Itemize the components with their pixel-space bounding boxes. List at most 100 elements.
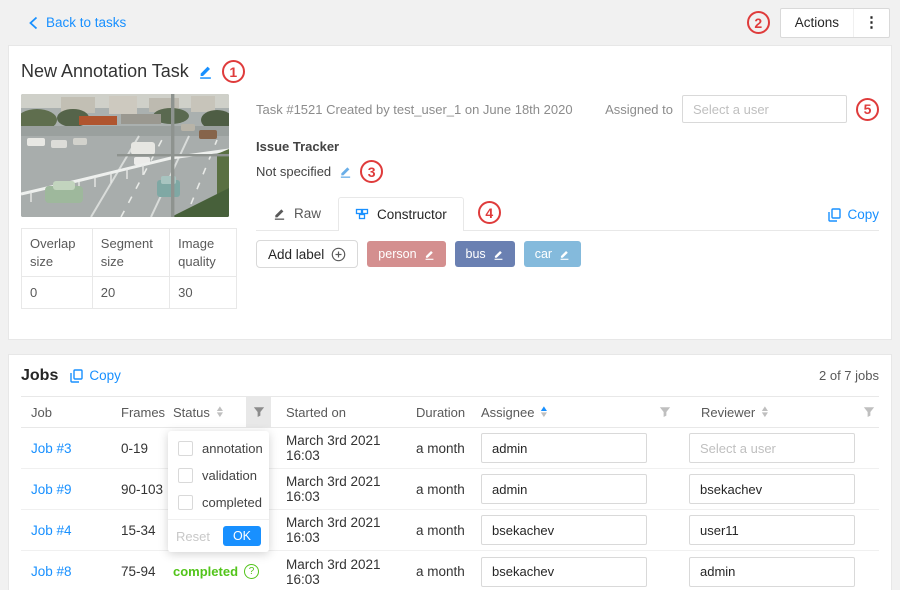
task-meta-text: Task #1521 Created by test_user_1 on Jun… xyxy=(256,102,573,117)
job-link[interactable]: Job #9 xyxy=(21,482,111,497)
column-header-reviewer[interactable]: Reviewer ▲▼ xyxy=(681,397,879,427)
param-value-overlap: 0 xyxy=(22,277,93,309)
checkbox[interactable] xyxy=(178,441,193,456)
job-link[interactable]: Job #8 xyxy=(21,564,111,579)
reviewer-input[interactable] xyxy=(689,515,855,545)
table-row: Job #9 90-103 March 3rd 2021 16:03 a mon… xyxy=(21,469,879,510)
status-cell: completed ? xyxy=(171,564,271,579)
column-header-assignee[interactable]: Assignee ▲▼ xyxy=(476,397,681,427)
checkbox[interactable] xyxy=(178,495,193,510)
actions-button[interactable]: Actions ⋮ xyxy=(780,8,890,38)
assignee-filter-icon[interactable] xyxy=(659,406,681,418)
blocks-icon xyxy=(355,207,369,221)
filter-ok-button[interactable]: OK xyxy=(223,526,261,546)
pencil-icon[interactable] xyxy=(493,249,504,260)
job-link[interactable]: Job #4 xyxy=(21,523,111,538)
duration-cell: a month xyxy=(411,482,476,497)
question-circle-icon[interactable]: ? xyxy=(244,564,259,579)
column-header-status[interactable]: Status ▲▼ xyxy=(171,397,246,427)
label-chip-car-name: car xyxy=(535,247,552,261)
assigned-to-label: Assigned to xyxy=(605,102,673,117)
jobs-copy-link[interactable]: Copy xyxy=(70,368,121,383)
checkbox[interactable] xyxy=(178,468,193,483)
jobs-count-label: 2 of 7 jobs xyxy=(819,368,879,383)
filter-option-validation-label: validation xyxy=(202,468,257,483)
reviewer-filter-icon[interactable] xyxy=(863,406,879,418)
jobs-title: Jobs xyxy=(21,367,58,385)
started-cell: March 3rd 2021 16:03 xyxy=(271,433,411,463)
assignee-input[interactable] xyxy=(481,515,647,545)
label-chip-car[interactable]: car xyxy=(524,241,581,267)
annotation-circle-1: 1 xyxy=(222,60,245,83)
copy-icon xyxy=(828,208,841,222)
param-header-segment: Segment size xyxy=(92,229,169,277)
filter-option-validation[interactable]: validation xyxy=(168,462,269,489)
jobs-table: Job Frames Status ▲▼ Started on Duration… xyxy=(21,396,879,590)
status-filter-icon[interactable] xyxy=(246,397,271,427)
task-details-card: New Annotation Task 1 xyxy=(8,45,892,340)
started-cell: March 3rd 2021 16:03 xyxy=(271,557,411,587)
annotation-circle-2: 2 xyxy=(747,11,770,34)
param-header-quality: Image quality xyxy=(170,229,237,277)
assigned-to-input[interactable] xyxy=(682,95,847,123)
duration-cell: a month xyxy=(411,441,476,456)
annotation-circle-3: 3 xyxy=(360,160,383,183)
started-cell: March 3rd 2021 16:03 xyxy=(271,515,411,545)
back-to-tasks-link[interactable]: Back to tasks xyxy=(28,15,126,30)
pencil-icon[interactable] xyxy=(559,249,570,260)
labels-copy-link[interactable]: Copy xyxy=(828,207,879,230)
column-header-duration: Duration xyxy=(411,397,476,427)
actions-button-label: Actions xyxy=(781,15,853,30)
duration-cell: a month xyxy=(411,564,476,579)
edit-task-name-icon[interactable] xyxy=(198,64,213,79)
pencil-icon[interactable] xyxy=(424,249,435,260)
assignee-input[interactable] xyxy=(481,433,647,463)
label-chip-bus[interactable]: bus xyxy=(455,241,515,267)
frames-cell: 15-34 xyxy=(111,523,171,538)
tab-constructor[interactable]: Constructor xyxy=(338,197,464,231)
frames-cell: 0-19 xyxy=(111,441,171,456)
annotation-circle-4: 4 xyxy=(478,201,501,224)
param-header-overlap: Overlap size xyxy=(22,229,93,277)
label-chip-person[interactable]: person xyxy=(367,241,445,267)
add-label-button[interactable]: Add label xyxy=(256,240,358,268)
reviewer-input[interactable] xyxy=(689,474,855,504)
status-filter-dropdown: annotation validation completed Reset OK xyxy=(168,431,269,552)
frames-cell: 90-103 xyxy=(111,482,171,497)
table-row: Job #3 0-19 March 3rd 2021 16:03 a month xyxy=(21,428,879,469)
column-header-status-label: Status xyxy=(173,405,210,420)
assignee-input[interactable] xyxy=(481,474,647,504)
label-chip-person-name: person xyxy=(378,247,416,261)
frames-cell: 75-94 xyxy=(111,564,171,579)
filter-reset-button[interactable]: Reset xyxy=(176,529,210,544)
jobs-card: Jobs Copy 2 of 7 jobs Job Frames Status … xyxy=(8,354,892,590)
annotation-circle-5: 5 xyxy=(856,98,879,121)
label-chip-bus-name: bus xyxy=(466,247,486,261)
tab-raw-label: Raw xyxy=(294,206,321,221)
issue-tracker-label: Issue Tracker xyxy=(256,139,879,154)
edit-issue-tracker-icon[interactable] xyxy=(339,165,352,178)
reviewer-input[interactable] xyxy=(689,433,855,463)
labels-tabs: Raw Constructor 4 xyxy=(256,196,879,231)
tab-raw[interactable]: Raw xyxy=(256,196,338,230)
filter-option-completed-label: completed xyxy=(202,495,262,510)
param-value-quality: 30 xyxy=(170,277,237,309)
labels-list: Add label person bus xyxy=(256,240,879,268)
job-link[interactable]: Job #3 xyxy=(21,441,111,456)
column-header-started: Started on xyxy=(271,397,411,427)
status-completed-label: completed xyxy=(173,564,238,579)
sort-icon-active[interactable]: ▲▼ xyxy=(540,406,548,418)
param-value-segment: 20 xyxy=(92,277,169,309)
sort-icon[interactable]: ▲▼ xyxy=(761,406,769,418)
kebab-menu-icon[interactable]: ⋮ xyxy=(853,9,889,37)
sort-icon[interactable]: ▲▼ xyxy=(216,406,224,418)
filter-option-annotation[interactable]: annotation xyxy=(168,435,269,462)
jobs-copy-label: Copy xyxy=(89,368,121,383)
back-link-label: Back to tasks xyxy=(46,15,126,30)
tab-constructor-label: Constructor xyxy=(377,207,447,222)
column-header-assignee-label: Assignee xyxy=(481,405,534,420)
reviewer-input[interactable] xyxy=(689,557,855,587)
duration-cell: a month xyxy=(411,523,476,538)
filter-option-completed[interactable]: completed xyxy=(168,489,269,516)
assignee-input[interactable] xyxy=(481,557,647,587)
